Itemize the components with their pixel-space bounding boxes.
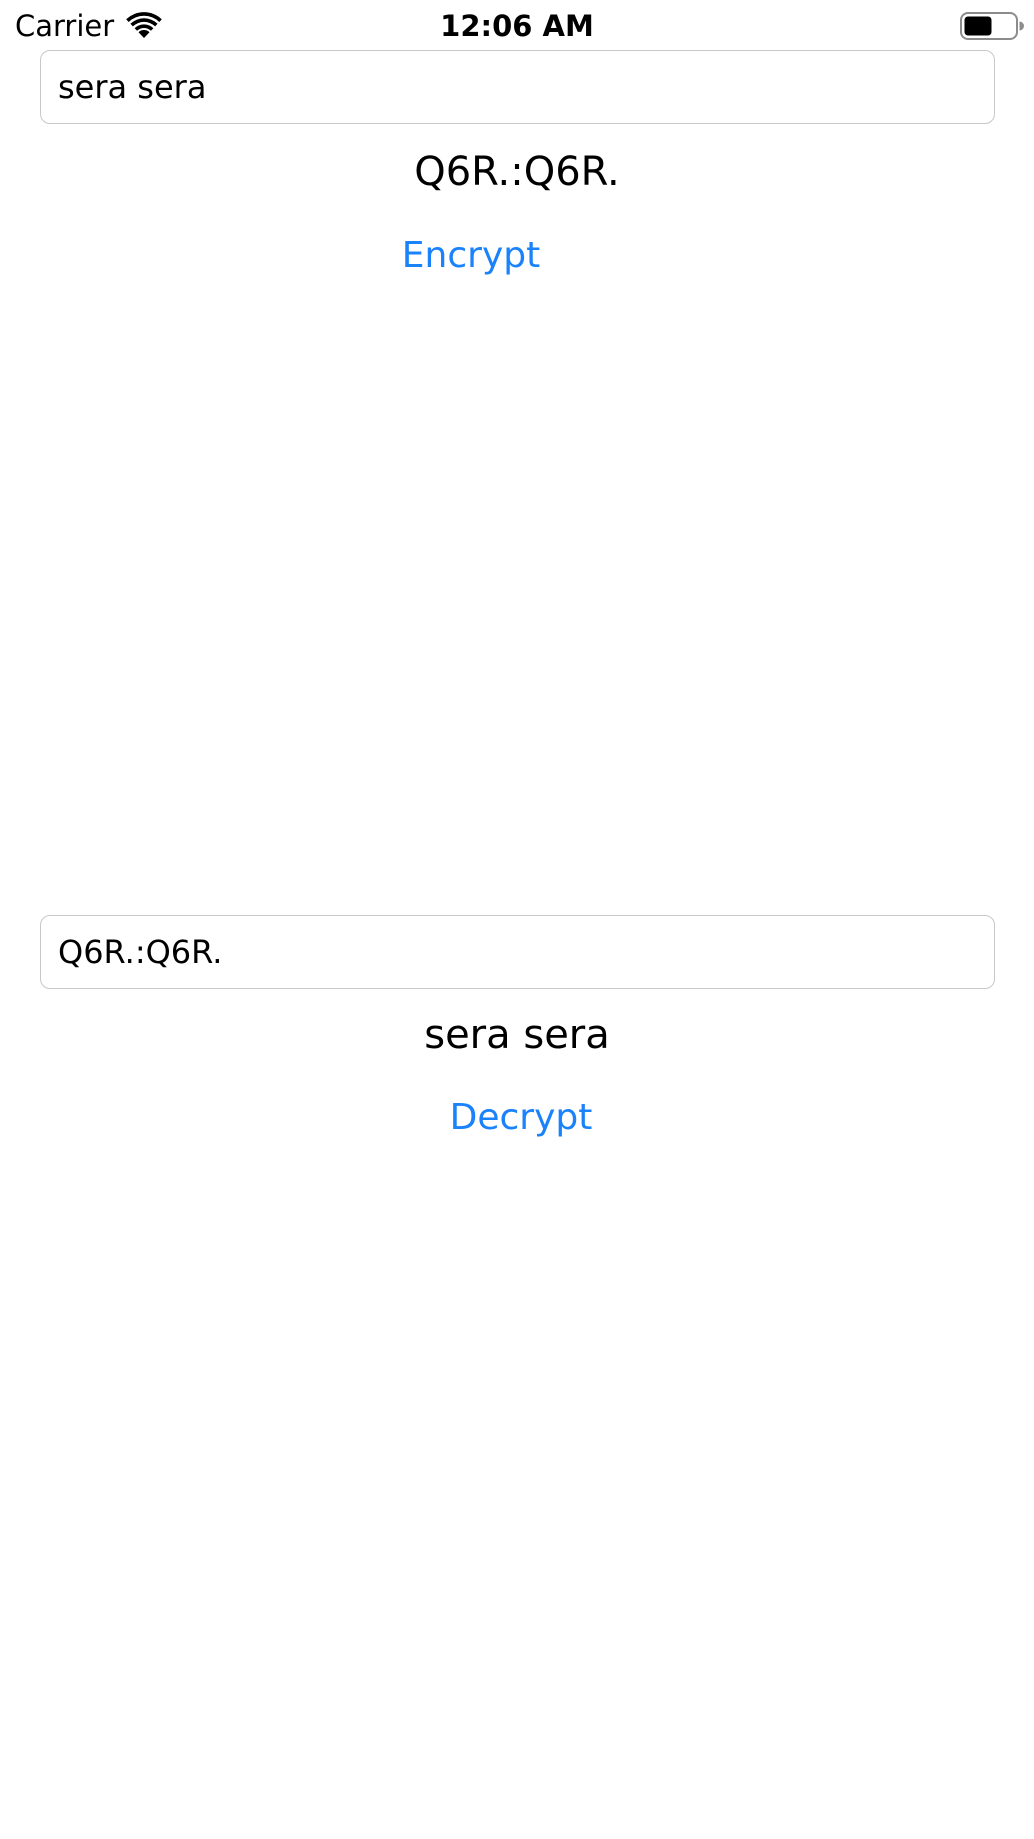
decrypt-button[interactable]: Decrypt <box>446 1096 596 1140</box>
plaintext-input[interactable] <box>40 50 995 124</box>
status-bar: Carrier 12:06 AM <box>0 0 1034 50</box>
decrypted-result-label: sera sera <box>424 1012 610 1058</box>
encrypted-result-label: Q6R.:Q6R. <box>414 149 620 195</box>
battery-icon <box>960 12 1024 40</box>
clock-time: 12:06 AM <box>440 9 594 43</box>
encrypt-button[interactable]: Encrypt <box>400 234 542 278</box>
ciphertext-input[interactable] <box>40 915 995 989</box>
